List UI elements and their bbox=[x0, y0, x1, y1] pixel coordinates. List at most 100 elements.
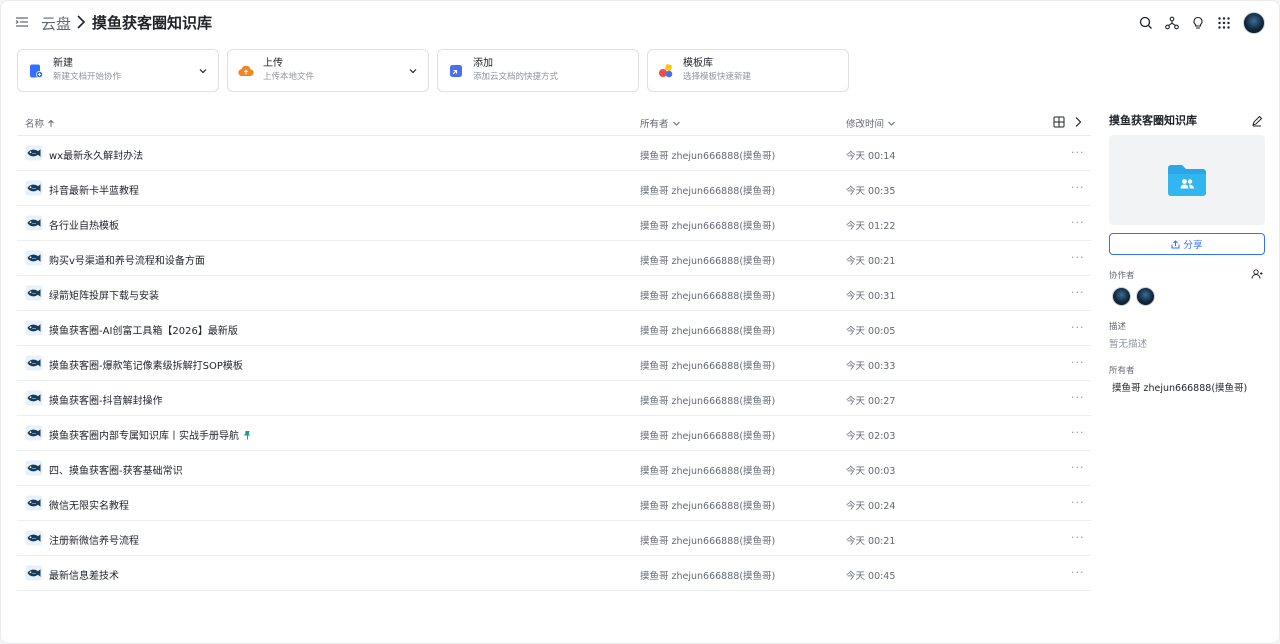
table-row[interactable]: 摸鱼获客圈-抖音解封操作 摸鱼哥 zhejun666888(摸鱼哥) 今天 00:2… bbox=[17, 381, 1091, 416]
grid-view-icon[interactable] bbox=[1053, 116, 1065, 128]
table-row[interactable]: 绿箭矩阵投屏下载与安装 摸鱼哥 zhejun666888(摸鱼哥) 今天 00:31… bbox=[17, 276, 1091, 311]
file-name[interactable]: 四、摸鱼获客圈-获客基础常识 bbox=[49, 462, 183, 477]
collapse-sidebar-icon[interactable] bbox=[15, 15, 29, 29]
fish-logo-icon bbox=[25, 320, 43, 336]
file-name[interactable]: 摸鱼获客圈-爆款笔记像素级拆解打SOP模板 bbox=[49, 357, 243, 372]
file-name[interactable]: 绿箭矩阵投屏下载与安装 bbox=[49, 287, 159, 302]
table-row[interactable]: 微信无限实名教程 摸鱼哥 zhejun666888(摸鱼哥) 今天 00:24 ··· bbox=[17, 486, 1091, 521]
more-actions-icon[interactable]: ··· bbox=[1071, 531, 1085, 545]
file-name-text: 购买v号渠道和养号流程和设备方面 bbox=[49, 256, 205, 267]
upload-icon bbox=[238, 65, 254, 76]
table-row[interactable]: 摸鱼获客圈-爆款笔记像素级拆解打SOP模板 摸鱼哥 zhejun666888(摸鱼… bbox=[17, 346, 1091, 381]
chevron-down-icon[interactable] bbox=[198, 66, 208, 76]
card-title: 模板库 bbox=[683, 58, 713, 69]
file-owner: 摸鱼哥 zhejun666888(摸鱼哥) bbox=[640, 396, 776, 407]
hierarchy-icon bbox=[1165, 16, 1179, 30]
file-modified-time: 今天 00:21 bbox=[846, 256, 896, 267]
more-actions-icon[interactable]: ··· bbox=[1071, 216, 1085, 230]
table-row[interactable]: 各行业自热模板 摸鱼哥 zhejun666888(摸鱼哥) 今天 01:22 ··· bbox=[17, 206, 1091, 241]
description-value: 暂无描述 bbox=[1109, 339, 1148, 350]
file-name[interactable]: 抖音最新卡半蓝教程 bbox=[49, 182, 139, 197]
share-label: 分享 bbox=[1183, 240, 1203, 251]
file-modified-time: 今天 00:05 bbox=[846, 326, 896, 337]
more-actions-icon[interactable]: ··· bbox=[1071, 146, 1085, 160]
more-actions-icon[interactable]: ··· bbox=[1071, 356, 1085, 370]
file-name[interactable]: 摸鱼获客圈-抖音解封操作 bbox=[49, 392, 163, 407]
file-name[interactable]: wx最新永久解封办法 bbox=[49, 147, 143, 162]
more-actions-icon[interactable]: ··· bbox=[1071, 566, 1085, 580]
template-card[interactable]: 模板库 选择模板快速新建 bbox=[647, 49, 849, 92]
card-title: 新建 bbox=[53, 58, 73, 69]
table-row[interactable]: 抖音最新卡半蓝教程 摸鱼哥 zhejun666888(摸鱼哥) 今天 00:35 ··… bbox=[17, 171, 1091, 206]
arrow-up-icon bbox=[48, 119, 54, 127]
new-card[interactable]: 新建 新建文档开始协作 bbox=[17, 49, 219, 92]
fish-logo-icon bbox=[25, 250, 43, 266]
search-button[interactable] bbox=[1133, 11, 1159, 35]
sort-by-name[interactable]: 名称 bbox=[25, 116, 55, 130]
file-name[interactable]: 摸鱼获客圈-AI创富工具箱【2026】最新版 bbox=[49, 322, 238, 337]
breadcrumb-root[interactable]: 云盘 bbox=[41, 13, 71, 34]
folder-preview bbox=[1109, 135, 1265, 225]
more-actions-icon[interactable]: ··· bbox=[1071, 251, 1085, 265]
more-actions-icon[interactable]: ··· bbox=[1071, 496, 1085, 510]
file-name[interactable]: 购买v号渠道和养号流程和设备方面 bbox=[49, 252, 205, 267]
file-name-text: 最新信息差技术 bbox=[49, 571, 119, 582]
file-modified-time: 今天 01:22 bbox=[846, 221, 896, 232]
file-table: 名称 所有者 修改时间 wx最新永久解封办法 摸鱼哥 zhejun666888(… bbox=[17, 109, 1091, 591]
column-header-time: 修改时间 bbox=[846, 119, 885, 130]
table-row[interactable]: 摸鱼获客圈-AI创富工具箱【2026】最新版 摸鱼哥 zhejun666888(摸… bbox=[17, 311, 1091, 346]
table-row[interactable]: 购买v号渠道和养号流程和设备方面 摸鱼哥 zhejun666888(摸鱼哥) 今天 … bbox=[17, 241, 1091, 276]
fish-logo-icon bbox=[25, 390, 43, 406]
file-name[interactable]: 注册新微信养号流程 bbox=[49, 532, 139, 547]
more-actions-icon[interactable]: ··· bbox=[1071, 391, 1085, 405]
time-sort[interactable]: 修改时间 bbox=[846, 116, 896, 130]
org-tree-button[interactable] bbox=[1159, 11, 1185, 35]
file-name[interactable]: 摸鱼获客圈内部专属知识库丨实战手册导航 bbox=[49, 427, 252, 442]
card-subtitle: 新建文档开始协作 bbox=[53, 72, 122, 82]
more-actions-icon[interactable]: ··· bbox=[1071, 321, 1085, 335]
apps-button[interactable] bbox=[1211, 11, 1237, 35]
share-button[interactable]: 分享 bbox=[1109, 233, 1265, 255]
card-title: 上传 bbox=[263, 58, 283, 69]
more-actions-icon[interactable]: ··· bbox=[1071, 286, 1085, 300]
action-cards: 新建 新建文档开始协作 上传 上传本地文件 添加 添加云文档的快捷方式 模板库 … bbox=[17, 49, 849, 92]
table-row[interactable]: 最新信息差技术 摸鱼哥 zhejun666888(摸鱼哥) 今天 00:45 ··· bbox=[17, 556, 1091, 591]
file-name-text: 摸鱼获客圈-抖音解封操作 bbox=[49, 396, 163, 407]
add-shortcut-card[interactable]: 添加 添加云文档的快捷方式 bbox=[437, 49, 639, 92]
file-owner: 摸鱼哥 zhejun666888(摸鱼哥) bbox=[640, 431, 776, 442]
owner-filter[interactable]: 所有者 bbox=[640, 116, 681, 130]
table-row[interactable]: 注册新微信养号流程 摸鱼哥 zhejun666888(摸鱼哥) 今天 00:21 ··… bbox=[17, 521, 1091, 556]
manage-collaborators-icon[interactable] bbox=[1251, 268, 1263, 280]
chevron-right-icon[interactable] bbox=[1073, 115, 1083, 129]
file-modified-time: 今天 02:03 bbox=[846, 431, 896, 442]
file-modified-time: 今天 00:31 bbox=[846, 291, 896, 302]
page-title: 摸鱼获客圈知识库 bbox=[92, 14, 213, 32]
more-actions-icon[interactable]: ··· bbox=[1071, 461, 1085, 475]
more-actions-icon[interactable]: ··· bbox=[1071, 426, 1085, 440]
table-row[interactable]: wx最新永久解封办法 摸鱼哥 zhejun666888(摸鱼哥) 今天 00:14 ·… bbox=[17, 136, 1091, 171]
cloud-drive-window: 云盘 摸鱼获客圈知识库 新建 新建文档开始协作 上传 上传本地文件 添加 添加云… bbox=[0, 0, 1280, 644]
table-row[interactable]: 摸鱼获客圈内部专属知识库丨实战手册导航 摸鱼哥 zhejun666888(摸鱼哥)… bbox=[17, 416, 1091, 451]
shortcut-icon bbox=[450, 64, 462, 77]
table-row[interactable]: 四、摸鱼获客圈-获客基础常识 摸鱼哥 zhejun666888(摸鱼哥) 今天 00… bbox=[17, 451, 1091, 486]
fish-logo-icon bbox=[25, 355, 43, 371]
table-body: wx最新永久解封办法 摸鱼哥 zhejun666888(摸鱼哥) 今天 00:14 ·… bbox=[17, 136, 1091, 591]
collaborator-avatar[interactable] bbox=[1136, 287, 1155, 306]
pin-icon bbox=[243, 431, 251, 440]
chevron-down-icon bbox=[888, 121, 895, 126]
upload-card[interactable]: 上传 上传本地文件 bbox=[227, 49, 429, 92]
card-subtitle: 选择模板快速新建 bbox=[683, 72, 752, 82]
edit-icon[interactable] bbox=[1251, 115, 1263, 127]
file-modified-time: 今天 00:03 bbox=[846, 466, 896, 477]
user-avatar[interactable] bbox=[1243, 12, 1265, 34]
file-name-text: 微信无限实名教程 bbox=[49, 501, 129, 512]
file-name[interactable]: 各行业自热模板 bbox=[49, 217, 119, 232]
file-name[interactable]: 最新信息差技术 bbox=[49, 567, 119, 582]
owner-value: 摸鱼哥 zhejun666888(摸鱼哥) bbox=[1112, 383, 1248, 394]
more-actions-icon[interactable]: ··· bbox=[1071, 181, 1085, 195]
file-modified-time: 今天 00:35 bbox=[846, 186, 896, 197]
help-button[interactable] bbox=[1185, 11, 1211, 35]
collaborator-avatar[interactable] bbox=[1112, 287, 1131, 306]
chevron-down-icon[interactable] bbox=[408, 66, 418, 76]
file-name[interactable]: 微信无限实名教程 bbox=[49, 497, 129, 512]
